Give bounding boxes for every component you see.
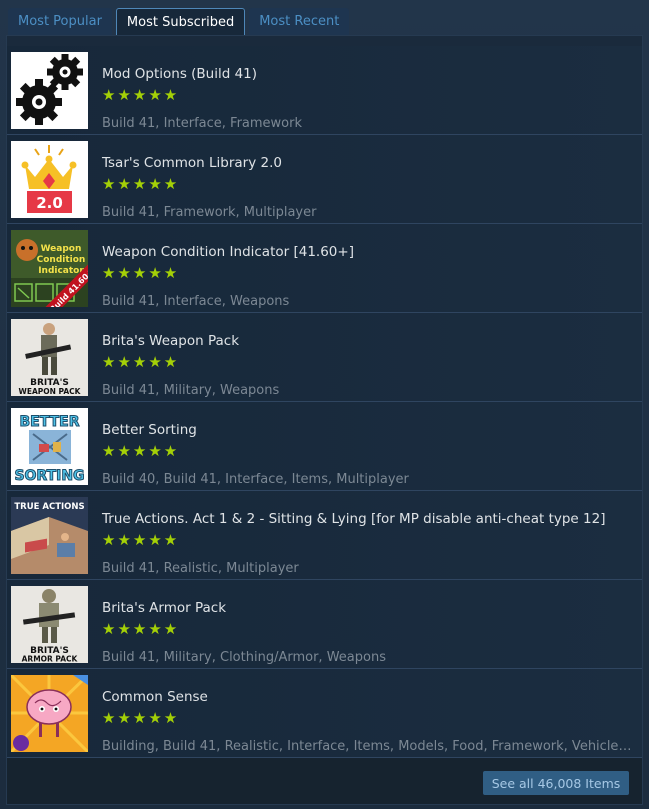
item-thumbnail[interactable]: Weapon Condition Indicator Build 41.60+ — [11, 230, 88, 307]
item-title[interactable]: Better Sorting — [102, 422, 197, 438]
item-tags: Building, Build 41, Realistic, Interface… — [102, 739, 638, 754]
item-thumbnail[interactable]: BETTER SORTING — [11, 408, 88, 485]
crown-icon: 2.0 — [11, 141, 88, 218]
item-thumbnail[interactable]: TRUE ACTIONS — [11, 497, 88, 574]
sort-tabs: Most Popular Most Subscribed Most Recent — [8, 8, 350, 35]
item-title[interactable]: Mod Options (Build 41) — [102, 66, 257, 82]
list-item[interactable]: Common Sense ★★★★★ Building, Build 41, R… — [7, 669, 642, 758]
star-rating: ★★★★★ — [102, 620, 180, 638]
star-rating: ★★★★★ — [102, 442, 180, 460]
item-thumbnail[interactable]: BRITA'S WEAPON PACK — [11, 319, 88, 396]
item-list-container: Mod Options (Build 41) ★★★★★ Build 41, I… — [6, 35, 643, 805]
tab-most-popular[interactable]: Most Popular — [8, 8, 112, 35]
tab-most-subscribed[interactable]: Most Subscribed — [115, 8, 246, 35]
item-tags: Build 40, Build 41, Interface, Items, Mu… — [102, 472, 409, 487]
item-tags: Build 41, Military, Weapons — [102, 383, 280, 398]
list-item[interactable]: BRITA'S WEAPON PACK Brita's Weapon Pack … — [7, 313, 642, 402]
thumb-label: Weapon — [41, 244, 82, 254]
brain-icon — [11, 675, 88, 752]
star-rating: ★★★★★ — [102, 86, 180, 104]
thumb-label: TRUE ACTIONS — [14, 502, 84, 512]
sorting-icon: BETTER SORTING — [11, 408, 88, 485]
star-rating: ★★★★★ — [102, 353, 180, 371]
list-item[interactable]: BETTER SORTING Better Sorting ★★★★★ Buil… — [7, 402, 642, 491]
workshop-browse-panel: Most Popular Most Subscribed Most Recent — [0, 0, 649, 809]
item-tags: Build 41, Interface, Framework — [102, 116, 303, 131]
star-rating: ★★★★★ — [102, 264, 180, 282]
item-tags: Build 41, Interface, Weapons — [102, 294, 290, 309]
star-rating: ★★★★★ — [102, 709, 180, 727]
soldier-armor-icon: BRITA'S ARMOR PACK — [11, 586, 88, 663]
see-all-button[interactable]: See all 46,008 Items — [483, 771, 629, 795]
list-item[interactable]: 2.0 Tsar's Common Library 2.0 ★★★★★ Buil… — [7, 135, 642, 224]
item-thumbnail[interactable]: 2.0 — [11, 141, 88, 218]
gears-icon — [11, 52, 88, 129]
list-item[interactable]: Mod Options (Build 41) ★★★★★ Build 41, I… — [7, 46, 642, 135]
star-rating: ★★★★★ — [102, 175, 180, 193]
list-item[interactable]: Weapon Condition Indicator Build 41.60+ … — [7, 224, 642, 313]
thumb-label: WEAPON PACK — [19, 387, 82, 396]
item-title[interactable]: Common Sense — [102, 689, 208, 705]
thumb-label: BETTER — [20, 414, 80, 430]
item-tags: Build 41, Realistic, Multiplayer — [102, 561, 299, 576]
item-title[interactable]: Weapon Condition Indicator [41.60+] — [102, 244, 354, 260]
list-item[interactable]: TRUE ACTIONS True Actions. Act 1 & 2 - S… — [7, 491, 642, 580]
item-thumbnail[interactable]: BRITA'S ARMOR PACK — [11, 586, 88, 663]
room-icon: TRUE ACTIONS — [11, 497, 88, 574]
item-tags: Build 41, Military, Clothing/Armor, Weap… — [102, 650, 386, 665]
item-title[interactable]: Tsar's Common Library 2.0 — [102, 155, 282, 171]
raccoon-icon: Weapon Condition Indicator Build 41.60+ — [11, 230, 88, 307]
item-tags: Build 41, Framework, Multiplayer — [102, 205, 317, 220]
item-thumbnail[interactable] — [11, 52, 88, 129]
thumb-label: Condition — [37, 255, 86, 265]
item-title[interactable]: Brita's Armor Pack — [102, 600, 226, 616]
item-title[interactable]: Brita's Weapon Pack — [102, 333, 239, 349]
thumb-label: SORTING — [14, 468, 84, 484]
thumb-label: Indicator — [38, 266, 84, 276]
list-footer: See all 46,008 Items — [7, 758, 642, 804]
thumb-label: ARMOR PACK — [22, 655, 79, 664]
soldier-icon: BRITA'S WEAPON PACK — [11, 319, 88, 396]
list-item[interactable]: BRITA'S ARMOR PACK Brita's Armor Pack ★★… — [7, 580, 642, 669]
thumb-label: 2.0 — [36, 194, 63, 212]
item-thumbnail[interactable] — [11, 675, 88, 752]
star-rating: ★★★★★ — [102, 531, 180, 549]
item-list: Mod Options (Build 41) ★★★★★ Build 41, I… — [7, 46, 642, 758]
item-title[interactable]: True Actions. Act 1 & 2 - Sitting & Lyin… — [102, 511, 605, 527]
tab-most-recent[interactable]: Most Recent — [249, 8, 350, 35]
